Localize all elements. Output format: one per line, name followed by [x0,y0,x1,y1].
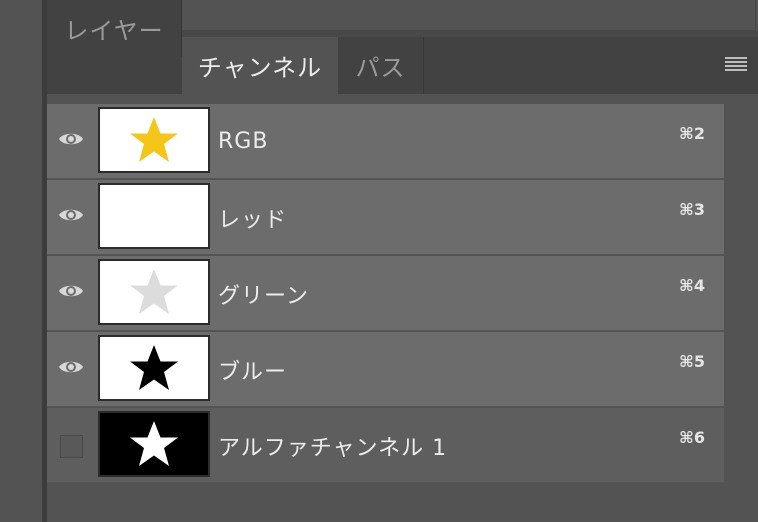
channel-name: ブルー [218,359,288,385]
channel-row[interactable]: ブルー ⌘5 [47,332,724,407]
panel-menu-icon[interactable] [725,57,747,73]
tab-channels[interactable]: チャンネル [182,37,338,94]
channel-thumbnail [98,259,210,325]
channel-thumbnail [98,183,210,249]
channel-shortcut: ⌘4 [679,276,705,295]
tab-bar-gutter [424,37,758,94]
channel-thumbnail [98,107,210,173]
left-toolbar-area [0,0,42,522]
channel-row[interactable]: レッド ⌘3 [47,180,724,255]
star-icon [130,269,178,314]
channel-shortcut: ⌘3 [679,200,705,219]
channel-name: レッド [218,207,288,233]
star-icon [130,421,178,466]
channel-row[interactable]: RGB ⌘2 [47,104,724,179]
visibility-toggle[interactable] [60,435,83,458]
channel-shortcut: ⌘6 [679,428,705,447]
tab-paths[interactable]: パス [338,37,424,94]
channel-name: アルファチャンネル 1 [218,435,448,461]
channel-thumbnail [98,411,210,477]
channel-thumbnail [98,335,210,401]
tab-layers[interactable]: レイヤー [47,0,182,57]
scrollbar-track[interactable] [724,94,758,522]
channel-row[interactable]: アルファチャンネル 1 ⌘6 [47,408,724,483]
channel-shortcut: ⌘2 [679,124,705,143]
eye-icon[interactable] [58,206,84,224]
star-icon [130,193,178,238]
star-icon [130,345,178,390]
eye-icon[interactable] [58,130,84,148]
eye-icon[interactable] [58,358,84,376]
channel-row[interactable]: グリーン ⌘4 [47,256,724,331]
channel-name: グリーン [218,283,309,309]
star-icon [130,117,178,162]
channel-name: RGB [218,129,269,154]
eye-icon[interactable] [58,282,84,300]
channel-shortcut: ⌘5 [679,352,705,371]
